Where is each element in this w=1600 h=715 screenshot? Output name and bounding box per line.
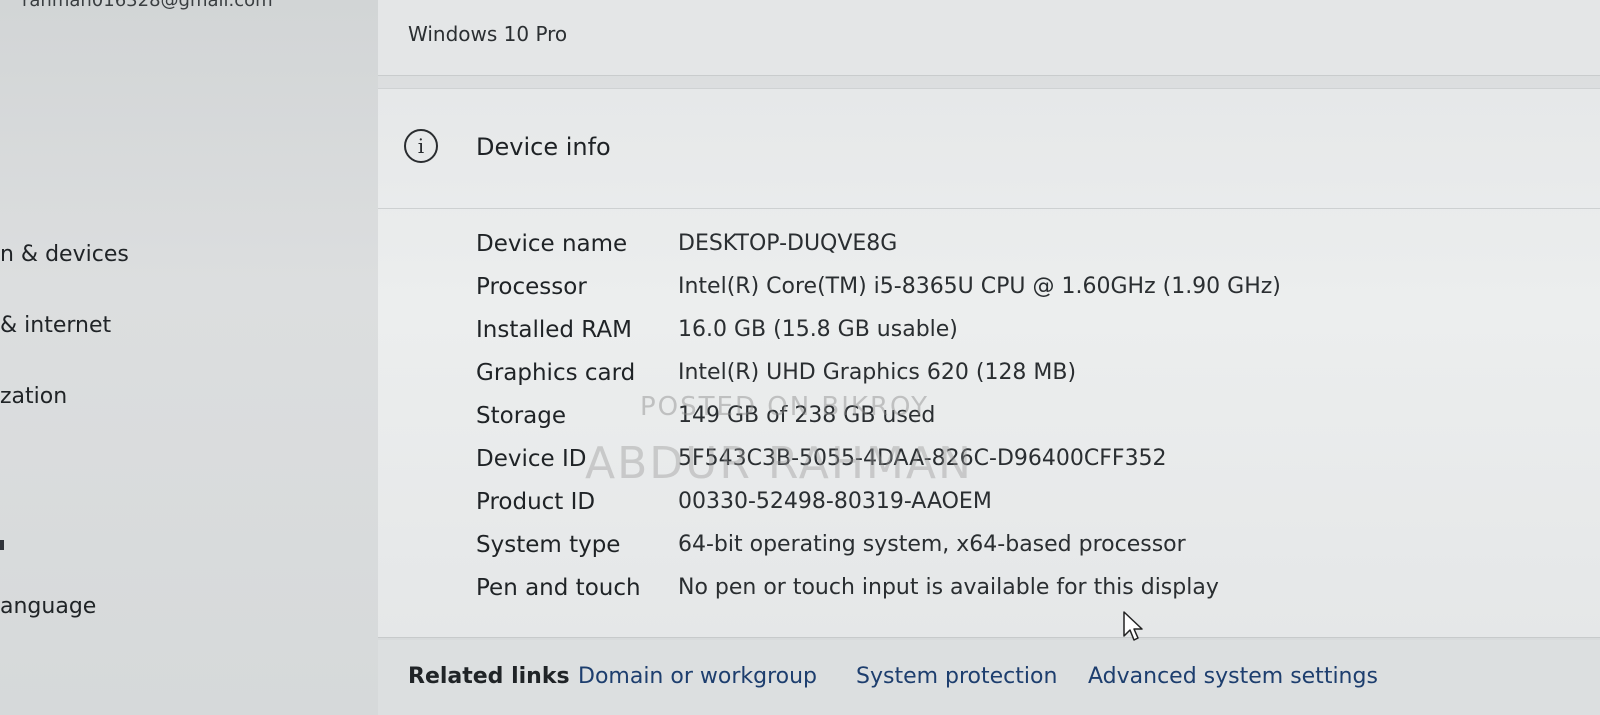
- spec-row-storage: Storage 149 GB of 238 GB used: [378, 403, 1600, 443]
- spec-label: Graphics card: [476, 360, 636, 386]
- account-email: rahman016328@gmail.com: [22, 0, 273, 11]
- spec-value-installed-ram[interactable]: 16.0 GB (15.8 GB usable): [678, 317, 958, 342]
- spec-row-system-type: System type 64-bit operating system, x64…: [378, 532, 1600, 572]
- spec-label: Processor: [476, 274, 587, 300]
- sidebar-item-devices[interactable]: n & devices: [0, 242, 129, 267]
- link-domain-workgroup[interactable]: Domain or workgroup: [578, 664, 817, 689]
- spec-row-product-id: Product ID 00330-52498-80319-AAOEM: [378, 489, 1600, 529]
- watermark-posted-on: POSTED ON BIKROY: [640, 392, 929, 422]
- spec-label: Device name: [476, 231, 628, 257]
- spec-value-device-name[interactable]: DESKTOP-DUQVE8G: [678, 231, 897, 256]
- spec-value-system-type[interactable]: 64-bit operating system, x64-based proce…: [678, 532, 1186, 557]
- related-links-section: Related links Domain or workgroup System…: [378, 640, 1600, 715]
- spec-value-pen-touch[interactable]: No pen or touch input is available for t…: [678, 575, 1219, 600]
- sidebar-item-network-internet[interactable]: & internet: [0, 313, 111, 338]
- spec-row-installed-ram: Installed RAM 16.0 GB (15.8 GB usable): [378, 317, 1600, 357]
- related-links-title: Related links: [408, 664, 570, 689]
- spec-label: System type: [476, 532, 621, 558]
- device-info-header: i Device info: [378, 89, 1600, 209]
- spec-label: Product ID: [476, 489, 596, 515]
- device-info-title: Device info: [476, 133, 611, 161]
- windows-edition-card: Windows 10 Pro: [378, 0, 1600, 76]
- sidebar-item-personalization[interactable]: zation: [0, 384, 67, 409]
- about-page: Windows 10 Pro i Device info Device name…: [378, 0, 1600, 715]
- spec-label: Device ID: [476, 446, 587, 472]
- sidebar-item-time-language[interactable]: anguage: [0, 594, 96, 619]
- info-icon: i: [404, 129, 438, 163]
- sidebar-item-partial[interactable]: [0, 540, 4, 550]
- link-system-protection[interactable]: System protection: [856, 664, 1057, 689]
- spec-row-device-id: Device ID 5F543C3B-5055-4DAA-826C-D96400…: [378, 446, 1600, 486]
- spec-label: Storage: [476, 403, 566, 429]
- spec-value-product-id[interactable]: 00330-52498-80319-AAOEM: [678, 489, 992, 514]
- spec-label: Pen and touch: [476, 575, 641, 601]
- windows-edition: Windows 10 Pro: [408, 22, 568, 46]
- spec-value-processor[interactable]: Intel(R) Core(TM) i5-8365U CPU @ 1.60GHz…: [678, 274, 1281, 299]
- spec-row-graphics-card: Graphics card Intel(R) UHD Graphics 620 …: [378, 360, 1600, 400]
- spec-row-device-name: Device name DESKTOP-DUQVE8G: [378, 231, 1600, 271]
- mouse-cursor-icon: [1123, 611, 1143, 641]
- settings-sidebar: rahman016328@gmail.com n & devices & int…: [0, 0, 378, 715]
- spec-label: Installed RAM: [476, 317, 632, 343]
- spec-row-pen-touch: Pen and touch No pen or touch input is a…: [378, 575, 1600, 615]
- watermark-name: ABDUR RAHMAN: [585, 438, 973, 489]
- link-advanced-system-settings[interactable]: Advanced system settings: [1088, 664, 1378, 689]
- spec-row-processor: Processor Intel(R) Core(TM) i5-8365U CPU…: [378, 274, 1600, 314]
- device-info-card: i Device info Device name DESKTOP-DUQVE8…: [378, 88, 1600, 638]
- spec-value-graphics-card[interactable]: Intel(R) UHD Graphics 620 (128 MB): [678, 360, 1076, 385]
